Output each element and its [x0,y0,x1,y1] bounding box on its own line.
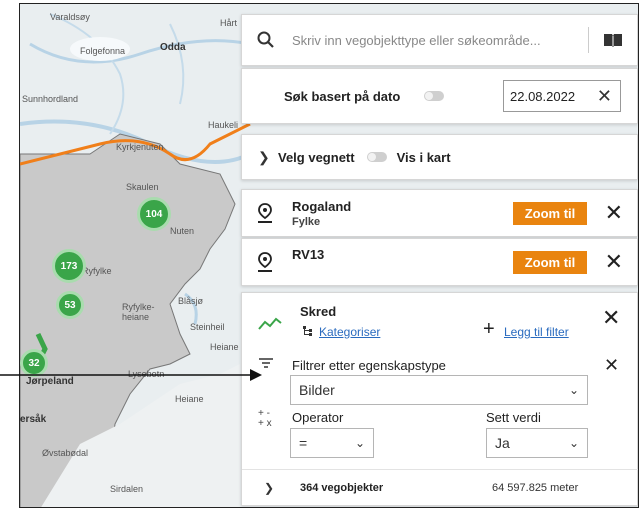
result-count[interactable]: 364 vegobjekter [300,482,383,494]
value-value: Ja [495,435,510,451]
value-label: Sett verdi [486,410,541,425]
chevron-down-icon: ⌄ [354,436,365,450]
operator-label: Operator [292,410,344,425]
map-label: Sirdalen [110,484,144,494]
filter-label: Filtrer etter egenskapstype [292,358,446,373]
map-label: Blåsjø [178,296,204,306]
map-label: Folgefonna [80,46,126,56]
location-pin-icon [258,252,272,272]
road-network-label[interactable]: Velg vegnett [278,150,355,165]
chevron-right-icon[interactable]: ❯ [264,481,274,495]
search-input[interactable]: Skriv inn vegobjekttype eller søkeområde… [292,33,588,48]
value-select[interactable]: Ja ⌄ [486,428,588,458]
app-window: Varaldsøy Hårt Folgefonna Odda Sunnhordl… [19,3,639,508]
divider [242,469,638,470]
close-icon[interactable]: ✕ [601,202,623,224]
map-label: Ryfylke [82,266,112,276]
map-label: Sunnhordland [22,94,79,104]
map-label: Skaulen [126,182,159,192]
selection-item: RV13 Zoom til ✕ [241,238,638,286]
road-network-row[interactable]: ❯ Velg vegnett Vis i kart [241,134,638,180]
filter-icon [259,358,273,368]
zoom-to-button[interactable]: Zoom til [513,250,587,274]
operator-select[interactable]: = ⌄ [290,428,374,458]
property-type-select[interactable]: Bilder ⌄ [290,375,588,405]
date-filter-label: Søk basert på dato [284,88,401,104]
map-label: Lysebotn [128,369,165,379]
selection-subtitle: Fylke [292,215,321,228]
map-label: Nuten [170,226,195,236]
chevron-right-icon[interactable]: ❯ [258,149,274,166]
map-cluster[interactable]: 173 [52,249,86,283]
map-label: Odda [160,42,186,53]
plus-icon[interactable]: + [483,319,495,339]
date-filter-toggle[interactable] [424,91,445,101]
object-type-card: Skred Kategoriser + Legg til filter ✕ Fi… [241,292,638,506]
map-label: Heiane [210,342,239,352]
operator-value: = [299,435,308,451]
close-icon[interactable]: ✕ [602,307,620,329]
date-filter: Søk basert på dato 22.08.2022 ✕ [241,68,638,124]
map-cluster[interactable]: 104 [137,197,171,231]
map-label: Heiane [175,394,204,404]
place-label: ersåk [20,414,47,425]
show-in-map-label: Vis i kart [396,149,451,165]
map-label: Hårt [220,18,238,28]
selection-item: Rogaland Fylke Zoom til ✕ [241,189,638,237]
add-filter-link[interactable]: Legg til filter [504,325,569,339]
place-label: Øvstabødal [42,448,89,458]
map-label: Ryfylke- heiane [122,302,155,322]
search-icon[interactable] [256,30,276,50]
location-pin-icon [258,203,272,223]
chevron-down-icon: ⌄ [568,436,579,450]
place-label: Jørpeland [26,376,74,387]
clear-date-icon[interactable]: ✕ [597,86,612,107]
map-cluster[interactable]: 32 [20,349,48,377]
categorize-link[interactable]: Kategoriser [319,325,380,339]
date-value: 22.08.2022 [510,88,576,104]
close-icon[interactable]: ✕ [604,355,619,376]
show-in-map-toggle[interactable] [366,152,387,162]
search-bar[interactable]: Skriv inn vegobjekttype eller søkeområde… [241,14,638,66]
map-label: Varaldsøy [50,12,90,22]
date-input[interactable]: 22.08.2022 ✕ [503,80,621,112]
operator-icon: + - + x [258,408,272,429]
selection-title: RV13 [292,247,325,262]
property-type-value: Bilder [299,382,335,398]
object-type-name: Skred [300,304,337,319]
map-label: Kyrkjenuten [116,142,164,152]
chevron-down-icon: ⌄ [568,383,579,397]
selection-title: Rogaland [292,198,352,214]
zoom-to-button[interactable]: Zoom til [513,201,587,225]
result-length: 64 597.825 meter [492,482,579,494]
map-label: Haukeli [208,120,239,130]
book-icon[interactable] [603,32,623,48]
side-panel: Skriv inn vegobjekttype eller søkeområde… [241,4,638,507]
map-cluster[interactable]: 53 [56,291,84,319]
close-icon[interactable]: ✕ [601,251,623,273]
hierarchy-icon [303,326,312,336]
map-label: Steinheil [190,322,225,332]
divider [588,27,589,53]
chart-line-icon [258,317,282,330]
